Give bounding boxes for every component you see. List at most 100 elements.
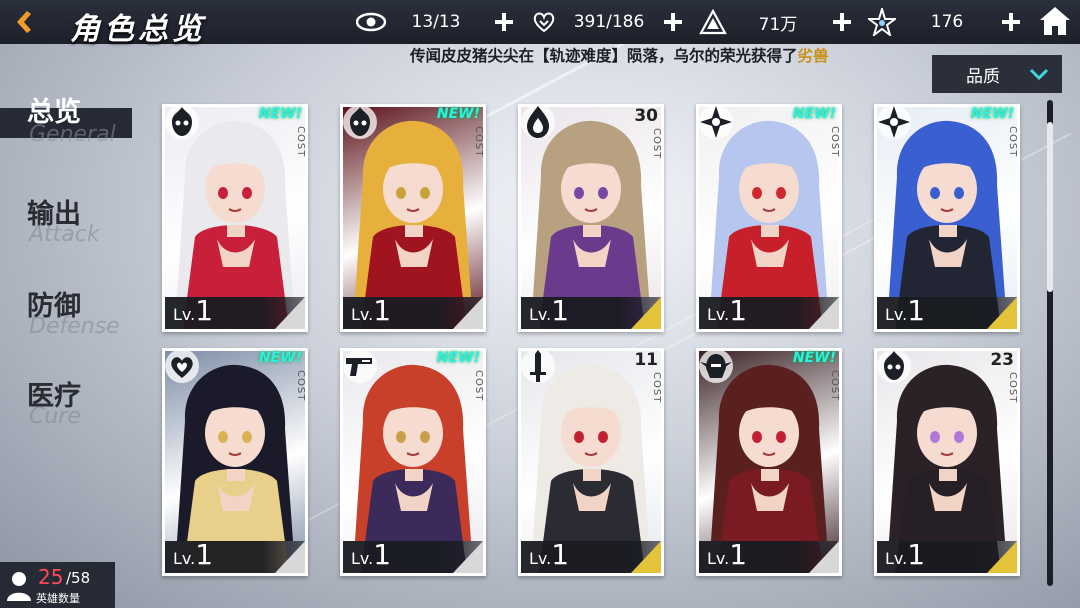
level-text: Lv.1 [707, 538, 748, 571]
resource-value: 176 [930, 12, 964, 32]
rarity-corner [987, 541, 1017, 573]
cost-value: 11 [634, 350, 658, 370]
plus-icon [1002, 13, 1020, 31]
cost-label: COST [473, 370, 484, 402]
nav-defense[interactable]: 防御 Defense [0, 284, 135, 344]
plus-icon [664, 13, 682, 31]
hero-count-max: /58 [66, 569, 91, 587]
level-bar: Lv.1 [521, 294, 661, 329]
level-bar: Lv.1 [343, 538, 483, 573]
nav-attack[interactable]: 输出 Attack [0, 192, 135, 252]
quality-filter-dropdown[interactable]: 品质 [932, 55, 1062, 93]
hero-count-panel: 25 /58 英雄数量 [0, 562, 115, 608]
shuriken-icon [698, 104, 734, 140]
level-text: Lv.1 [173, 538, 214, 571]
cost-value: 30 [634, 106, 658, 126]
rarity-corner [987, 297, 1017, 329]
level-bar: Lv.1 [877, 538, 1017, 573]
resource-eye: 13/13 [356, 8, 486, 36]
shuriken-icon [876, 104, 912, 140]
rarity-corner [275, 297, 305, 329]
eye-icon [356, 9, 386, 35]
ticker-highlight: 劣兽 [797, 47, 829, 65]
flame-skull-icon [876, 348, 912, 384]
level-bar: Lv.1 [165, 294, 305, 329]
winged-helm-icon [698, 348, 734, 384]
level-bar: Lv.1 [877, 294, 1017, 329]
hero-count-label: 英雄数量 [36, 592, 80, 605]
triangle-coin-icon [698, 9, 728, 35]
grid-scrollbar[interactable] [1047, 100, 1053, 586]
rarity-corner [631, 297, 661, 329]
character-card[interactable]: NEW! COST Lv.1 [340, 348, 486, 576]
back-button[interactable] [0, 0, 48, 44]
new-badge: NEW! [436, 106, 480, 122]
flame-skull-icon [342, 104, 378, 140]
level-text: Lv.1 [529, 294, 570, 327]
level-text: Lv.1 [173, 294, 214, 327]
person-icon [7, 572, 31, 601]
character-card[interactable]: 11 COST Lv.1 [518, 348, 664, 576]
character-card[interactable]: NEW! COST Lv.1 [162, 348, 308, 576]
home-button[interactable] [1038, 4, 1072, 38]
resource-heart: 391/186 [529, 8, 659, 36]
rarity-corner [275, 541, 305, 573]
news-ticker: 传闻皮皮猪尖尖在【轨迹难度】陨落，乌尔的荣光获得了劣兽 [410, 44, 829, 68]
nav-cure[interactable]: 医疗 Cure [0, 374, 135, 434]
cost-label: COST [829, 370, 840, 402]
level-text: Lv.1 [885, 538, 926, 571]
rarity-corner [631, 541, 661, 573]
rarity-corner [809, 541, 839, 573]
new-badge: NEW! [792, 350, 836, 366]
scrollbar-thumb[interactable] [1047, 122, 1053, 292]
level-bar: Lv.1 [343, 294, 483, 329]
character-card[interactable]: NEW! COST Lv.1 [340, 104, 486, 332]
cost-label: COST [829, 126, 840, 158]
flame-drop-icon [520, 104, 556, 140]
star-crystal-icon [867, 8, 897, 36]
chevron-down-icon [1029, 68, 1049, 81]
level-text: Lv.1 [707, 294, 748, 327]
heart-wing-icon [164, 348, 200, 384]
new-badge: NEW! [792, 106, 836, 122]
character-card[interactable]: NEW! COST Lv.1 [696, 104, 842, 332]
cost-label: COST [295, 370, 306, 402]
level-text: Lv.1 [529, 538, 570, 571]
cost-label: COST [651, 372, 662, 404]
add-coin-button[interactable] [829, 9, 855, 35]
rarity-corner [809, 297, 839, 329]
new-badge: NEW! [970, 106, 1014, 122]
character-card[interactable]: 30 COST Lv.1 [518, 104, 664, 332]
nav-attack-sub: Attack [29, 222, 100, 247]
cost-value: 23 [990, 350, 1014, 370]
character-card[interactable]: NEW! COST Lv.1 [162, 104, 308, 332]
nav-defense-sub: Defense [29, 314, 120, 339]
pistol-icon [342, 348, 378, 384]
resource-coin: 71万 [698, 8, 828, 36]
cost-label: COST [1007, 126, 1018, 158]
rarity-corner [453, 297, 483, 329]
rarity-corner [453, 541, 483, 573]
quality-filter-label: 品质 [966, 66, 1000, 87]
add-heart-button[interactable] [660, 9, 686, 35]
resource-value: 13/13 [411, 12, 461, 32]
level-bar: Lv.1 [521, 538, 661, 573]
character-card[interactable]: NEW! COST Lv.1 [696, 348, 842, 576]
add-eye-button[interactable] [491, 9, 517, 35]
home-icon [1040, 7, 1070, 35]
cost-label: COST [1007, 372, 1018, 404]
new-badge: NEW! [436, 350, 480, 366]
heart-hand-icon [529, 9, 559, 35]
back-arrow-icon [17, 11, 31, 33]
nav-general-sub: General [29, 122, 116, 147]
character-card[interactable]: NEW! COST Lv.1 [874, 104, 1020, 332]
add-star-button[interactable] [998, 9, 1024, 35]
cost-label: COST [473, 126, 484, 158]
nav-general[interactable]: 总览 General [0, 90, 135, 150]
level-bar: Lv.1 [699, 294, 839, 329]
cost-label: COST [651, 128, 662, 160]
cost-label: COST [295, 126, 306, 158]
character-card[interactable]: 23 COST Lv.1 [874, 348, 1020, 576]
level-text: Lv.1 [351, 294, 392, 327]
plus-icon [833, 13, 851, 31]
